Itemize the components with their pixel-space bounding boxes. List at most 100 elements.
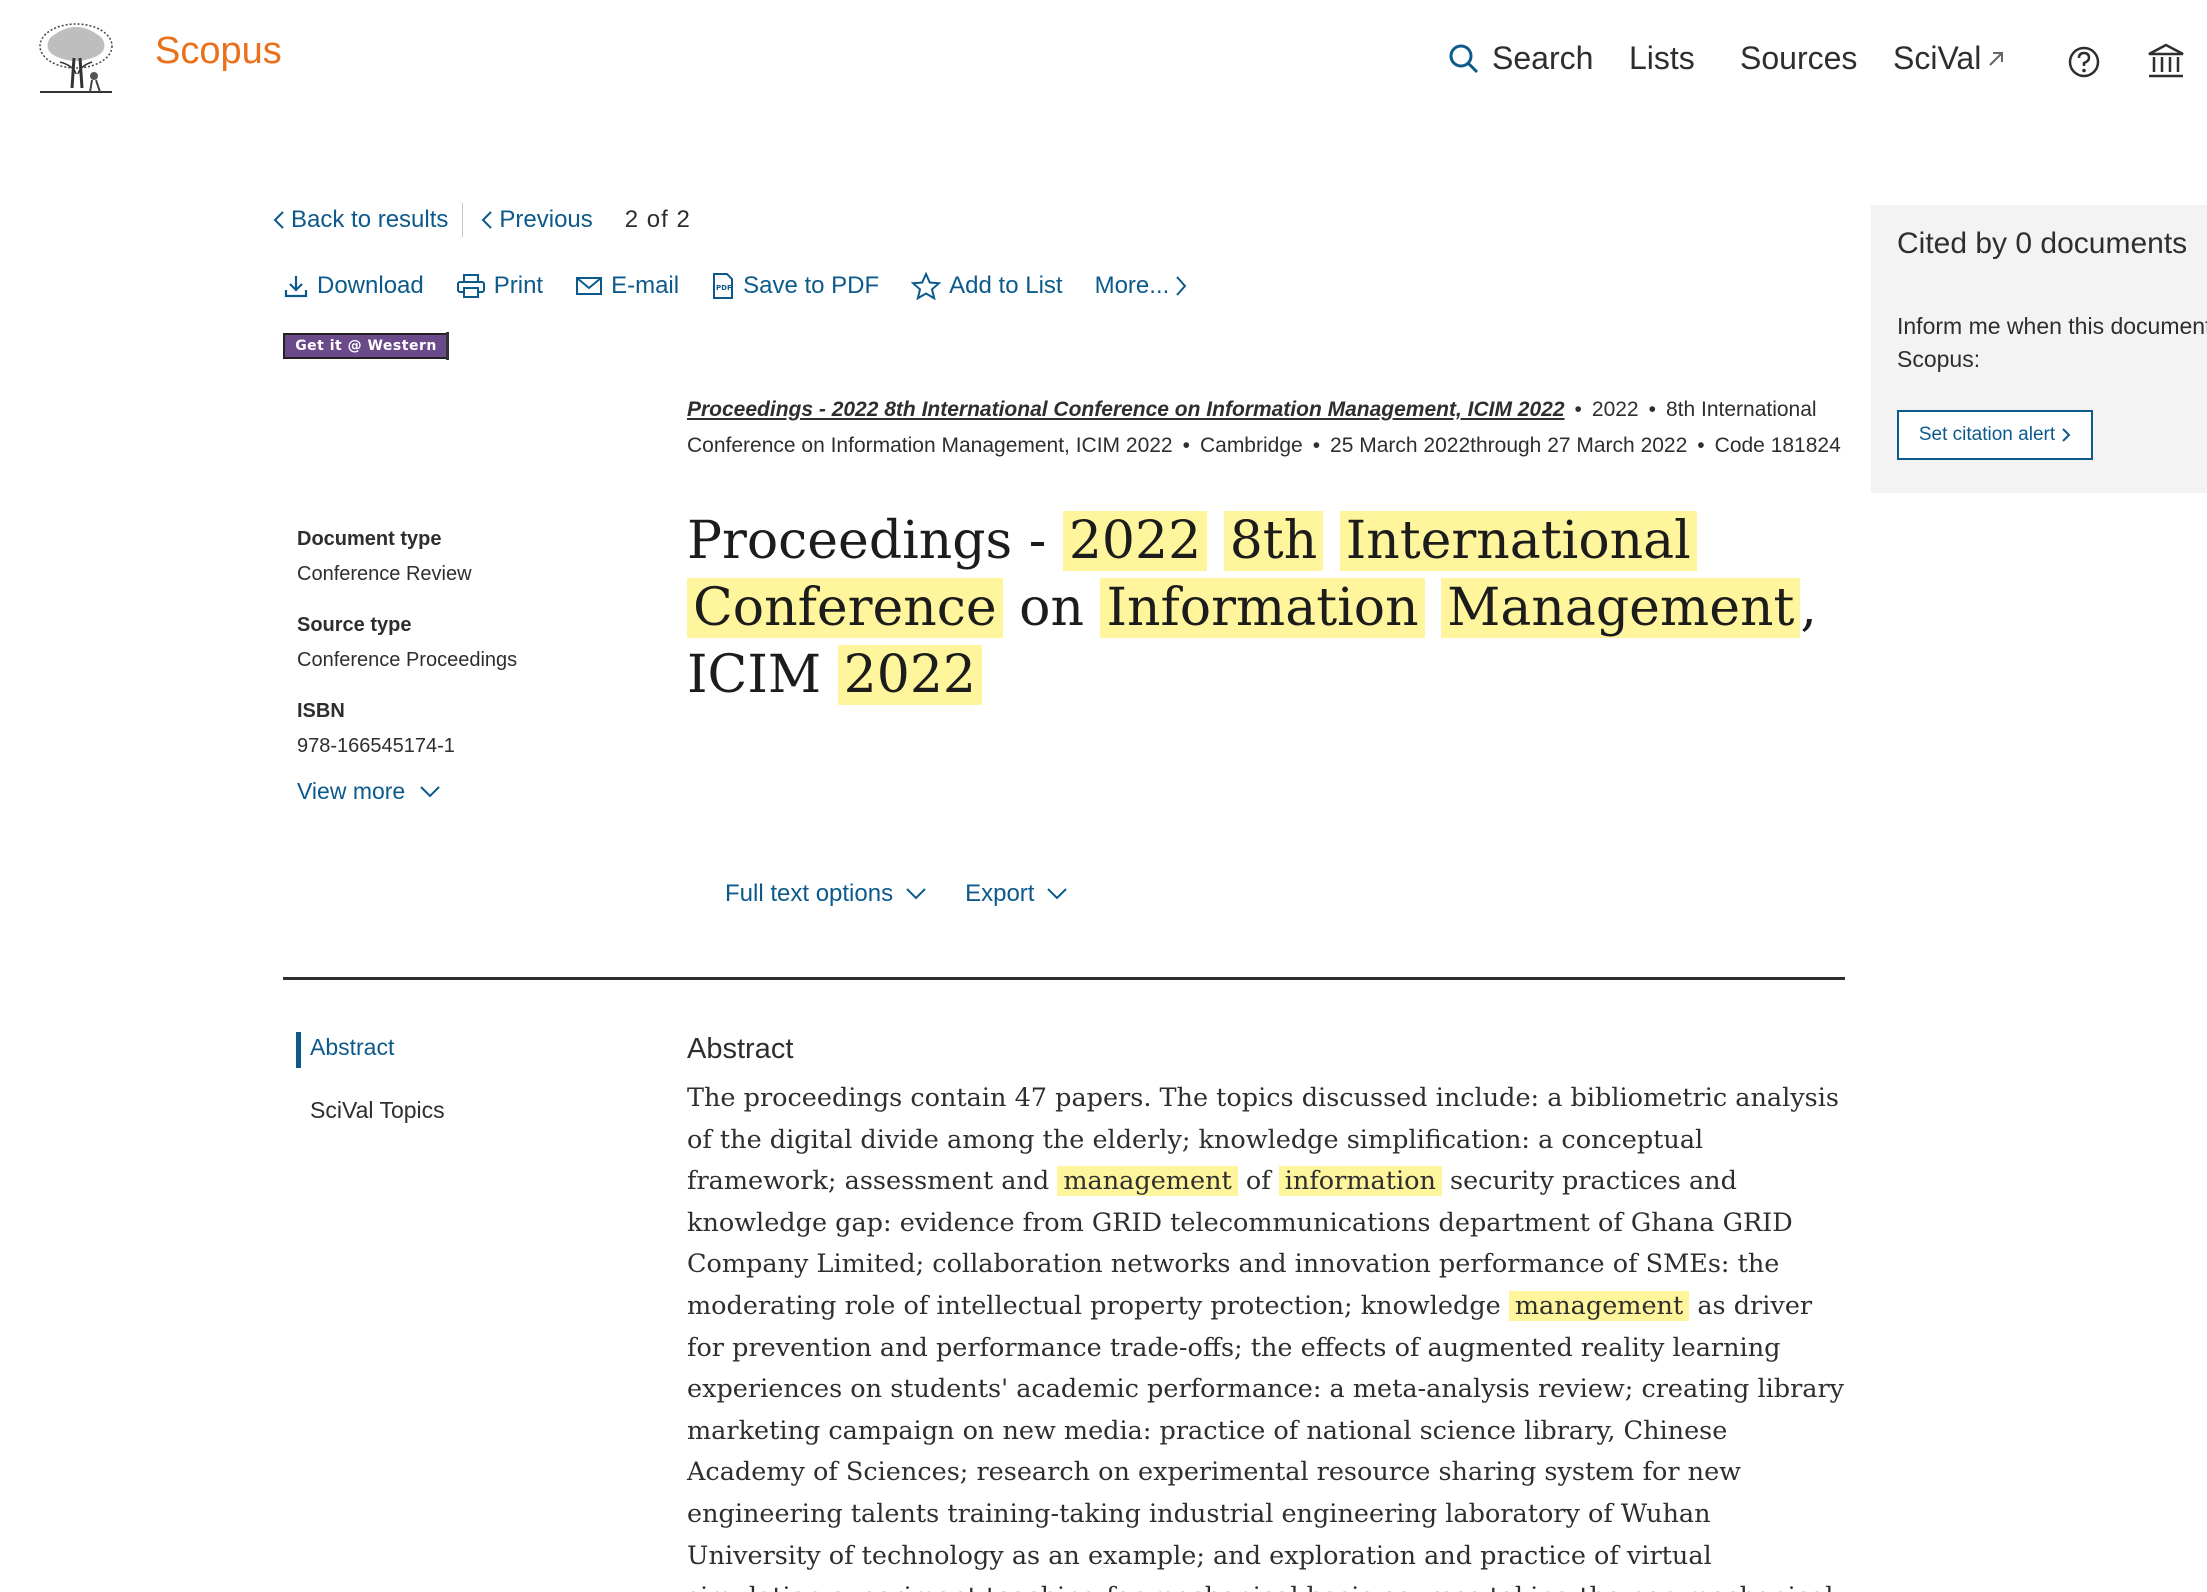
abstract-text: The proceedings contain 47 papers. The t… xyxy=(687,1078,1847,1592)
get-it-at-western-button[interactable]: Get it @ Western xyxy=(283,333,449,359)
sidenav-abstract[interactable]: Abstract xyxy=(310,1034,394,1061)
cited-inform-line: Scopus: xyxy=(1897,346,1981,372)
bullet: • xyxy=(1182,434,1190,457)
set-citation-alert-label: Set citation alert xyxy=(1918,424,2056,445)
chevron-down-icon xyxy=(906,888,926,900)
source-info: Proceedings - 2022 8th International Con… xyxy=(687,392,1847,464)
source-type-value: Conference Proceedings xyxy=(297,649,518,671)
add-to-list-label: Add to List xyxy=(949,272,1063,299)
star-icon xyxy=(911,272,942,300)
nav-scival[interactable]: SciVal xyxy=(1893,40,2007,77)
title-highlight: Management xyxy=(1441,578,1801,638)
pdf-icon: PDF xyxy=(713,273,734,299)
nav-sources[interactable]: Sources xyxy=(1740,40,1857,77)
chevron-down-icon xyxy=(1047,888,1068,900)
isbn-label: ISBN xyxy=(297,700,345,722)
export-label: Export xyxy=(965,880,1035,907)
nav-separator xyxy=(462,203,464,237)
chevron-left-icon xyxy=(273,211,284,229)
help-icon[interactable] xyxy=(2067,45,2101,79)
page-count: 2 of 2 xyxy=(624,206,691,233)
source-type-label: Source type xyxy=(297,614,412,636)
isbn-value: 978-166545174-1 xyxy=(297,735,455,757)
previous-link[interactable]: Previous xyxy=(481,206,593,234)
abstract-heading: Abstract xyxy=(687,1033,794,1065)
top-header: Scopus Search Lists Sources SciVal xyxy=(0,0,2207,120)
abstract-segment: of xyxy=(1245,1166,1271,1197)
back-to-results-label: Back to results xyxy=(291,206,449,233)
active-indicator xyxy=(296,1032,301,1068)
download-button[interactable]: Download xyxy=(283,272,424,300)
print-icon xyxy=(456,274,485,298)
nav-lists[interactable]: Lists xyxy=(1629,40,1695,77)
document-title: Proceedings - 2022 8th International Con… xyxy=(687,508,1847,709)
save-pdf-label: Save to PDF xyxy=(743,272,880,299)
set-citation-alert-button[interactable]: Set citation alert xyxy=(1897,410,2093,460)
view-more-label: View more xyxy=(297,778,406,804)
bullet: • xyxy=(1312,434,1321,457)
bullet: • xyxy=(1574,398,1582,421)
save-pdf-button[interactable]: PDF Save to PDF xyxy=(711,272,879,300)
cited-inform-line: Inform me when this document is cited in xyxy=(1897,313,2207,339)
nav-search-label: Search xyxy=(1492,40,1594,76)
print-button[interactable]: Print xyxy=(456,272,543,300)
search-icon xyxy=(1449,44,1479,73)
chevron-right-icon xyxy=(1176,276,1187,296)
bullet: • xyxy=(1648,398,1656,421)
back-to-results-link[interactable]: Back to results xyxy=(273,206,448,234)
source-location: Cambridge xyxy=(1199,434,1303,457)
institution-icon[interactable] xyxy=(2146,42,2186,80)
chevron-down-icon xyxy=(420,785,440,797)
full-text-options-label: Full text options xyxy=(725,880,894,907)
fulltext-export-row: Full text options Export xyxy=(725,880,1106,908)
cited-by-panel: Cited by 0 documents Inform me when this… xyxy=(1871,205,2207,493)
abstract-highlight: management xyxy=(1057,1166,1238,1197)
print-label: Print xyxy=(493,272,544,299)
title-text: on xyxy=(1019,578,1084,638)
download-label: Download xyxy=(317,272,424,299)
nav-search[interactable]: Search xyxy=(1448,40,1593,77)
abstract-highlight: information xyxy=(1278,1166,1442,1197)
export-dropdown[interactable]: Export xyxy=(965,880,1068,908)
elsevier-tree-logo[interactable] xyxy=(30,18,122,100)
source-title-link[interactable]: Proceedings - 2022 8th International Con… xyxy=(687,398,1565,421)
chevron-right-icon xyxy=(2062,428,2071,442)
source-dates: 25 March 2022through 27 March 2022 xyxy=(1330,434,1688,457)
document-actions: Download Print E-mail PDF Save to PDF Ad… xyxy=(283,272,1227,300)
cited-by-title: Cited by 0 documents xyxy=(1897,227,2188,260)
brand-scopus[interactable]: Scopus xyxy=(155,30,282,73)
get-it-border xyxy=(446,332,449,360)
section-divider xyxy=(283,977,1845,980)
document-type-value: Conference Review xyxy=(297,563,472,585)
title-highlight: Conference xyxy=(687,578,1003,638)
source-code: Code 181824 xyxy=(1714,434,1841,457)
external-link-icon xyxy=(1989,51,2004,66)
title-highlight: 2022 xyxy=(837,645,982,705)
abstract-highlight: management xyxy=(1508,1290,1690,1321)
add-to-list-button[interactable]: Add to List xyxy=(911,272,1063,300)
nav-scival-label: SciVal xyxy=(1893,40,1982,76)
title-highlight: 2022 xyxy=(1062,511,1208,571)
view-more-button[interactable]: View more xyxy=(297,778,617,805)
source-year: 2022 xyxy=(1591,398,1639,421)
email-label: E-mail xyxy=(611,272,680,299)
bullet: • xyxy=(1697,434,1705,457)
title-highlight: International xyxy=(1339,511,1697,571)
result-navigation: Back to results Previous 2 of 2 xyxy=(273,203,691,237)
chevron-left-icon xyxy=(481,211,493,229)
download-icon xyxy=(284,276,308,298)
abstract-segment: as driver for prevention and performance… xyxy=(687,1290,1845,1592)
previous-label: Previous xyxy=(499,206,593,233)
cited-inform-text: Inform me when this document is cited in… xyxy=(1897,310,2207,376)
sidenav-scival-topics[interactable]: SciVal Topics xyxy=(310,1097,445,1124)
email-button[interactable]: E-mail xyxy=(575,272,679,300)
document-metadata: Document type Conference Review Source t… xyxy=(297,528,617,805)
document-type-label: Document type xyxy=(297,528,442,550)
more-button[interactable]: More... xyxy=(1095,272,1196,300)
full-text-options-dropdown[interactable]: Full text options xyxy=(725,880,927,908)
email-icon xyxy=(576,277,603,295)
title-highlight: Information xyxy=(1100,578,1425,638)
svg-text:PDF: PDF xyxy=(716,284,732,292)
title-text: Proceedings - xyxy=(687,511,1047,571)
title-highlight: 8th xyxy=(1223,511,1324,571)
